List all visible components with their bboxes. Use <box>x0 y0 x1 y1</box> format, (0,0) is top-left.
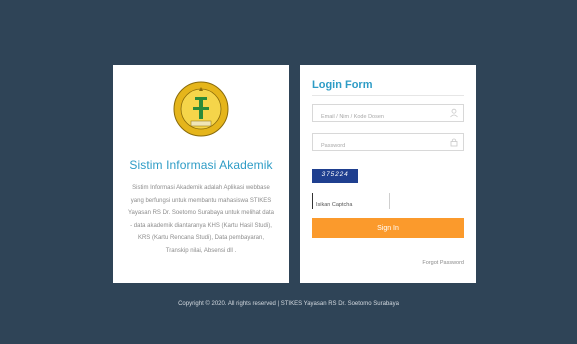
captcha-input[interactable] <box>313 198 388 212</box>
title-divider <box>312 95 464 96</box>
login-title: Login Form <box>312 79 373 91</box>
institution-logo <box>173 81 229 137</box>
footer-copyright: Copyright © 2020. All rights reserved | … <box>178 301 399 307</box>
captcha-field[interactable] <box>312 193 390 212</box>
captcha-text: 375224 <box>321 171 349 178</box>
username-input[interactable] <box>313 109 451 125</box>
password-field[interactable] <box>312 133 464 154</box>
app-title: Sistim Informasi Akademik <box>129 158 273 172</box>
info-panel: Sistim Informasi Akademik Sistim Informa… <box>113 65 289 283</box>
sign-in-button[interactable]: Sign In <box>312 218 464 238</box>
lock-icon <box>450 138 458 147</box>
forgot-password-link[interactable]: Forgot Password <box>422 260 464 266</box>
app-description: Sistim Informasi Akademik adalah Aplikas… <box>128 185 274 254</box>
user-icon <box>450 108 458 118</box>
username-field[interactable] <box>312 104 464 125</box>
login-panel: Login Form 375224 Sign In Forgot Passwor… <box>300 65 476 283</box>
password-input[interactable] <box>313 138 451 154</box>
captcha-image: 375224 <box>312 169 358 183</box>
